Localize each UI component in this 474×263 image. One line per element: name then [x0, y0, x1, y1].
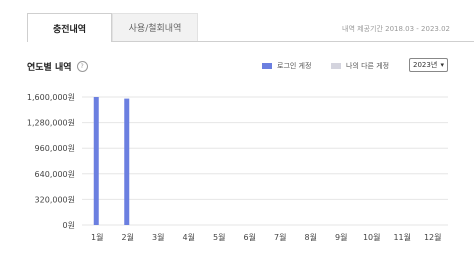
x-tick-label: 3월	[152, 232, 164, 242]
x-tick-label: 1월	[91, 232, 103, 242]
y-tick-label: 0원	[63, 221, 75, 230]
monthly-bar-chart: 0원 320,000원 640,000원 960,000원 1,280,000원 1,60…	[27, 93, 448, 242]
x-tick-label: 12월	[424, 232, 442, 242]
bar-login-account[interactable]	[93, 97, 99, 225]
x-tick-label: 9월	[335, 232, 347, 242]
x-tick-label: 6월	[244, 232, 256, 242]
x-tick-label: 11월	[393, 232, 411, 242]
x-tick-label: 4월	[183, 232, 195, 242]
y-tick-label: 960,000원	[35, 144, 75, 153]
x-tick-label: 8월	[305, 232, 317, 242]
y-axis-ticks: 0원 320,000원 640,000원 960,000원 1,280,000원 1,60…	[27, 93, 75, 230]
y-tick-label: 640,000원	[35, 170, 75, 179]
x-tick-label: 7월	[274, 232, 286, 242]
chart-grid	[82, 96, 448, 226]
bar-login-account[interactable]	[124, 98, 130, 225]
y-tick-label: 1,280,000원	[27, 119, 75, 128]
x-tick-label: 2월	[122, 232, 134, 242]
chart-bars	[93, 97, 130, 225]
x-axis-ticks: 1월 2월 3월 4월 5월 6월 7월 8월 9월 10월 11월 12월	[91, 232, 442, 242]
y-tick-label: 1,600,000원	[27, 93, 75, 102]
x-tick-label: 10월	[363, 232, 381, 242]
y-tick-label: 320,000원	[35, 195, 75, 204]
x-tick-label: 5월	[213, 232, 225, 242]
